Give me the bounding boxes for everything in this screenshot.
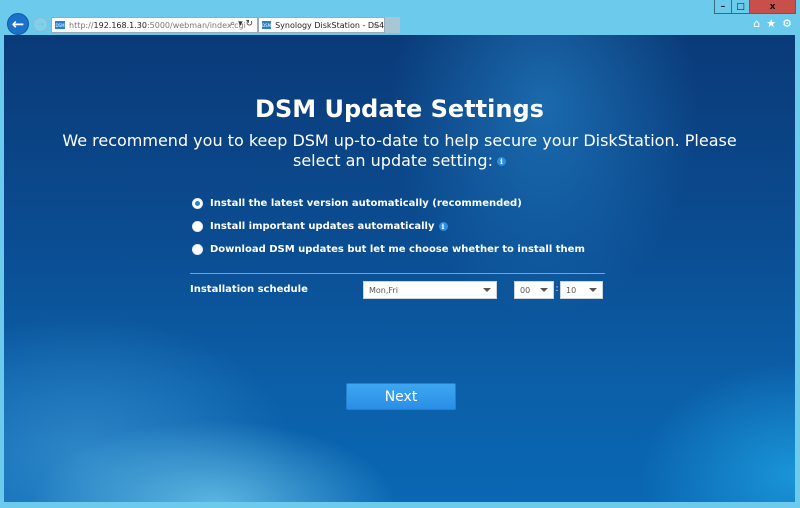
back-arrow-icon: ←	[11, 15, 25, 33]
option-label: Download DSM updates but let me choose w…	[210, 244, 585, 255]
chevron-down-icon	[483, 288, 491, 292]
forward-button[interactable]: →	[33, 17, 48, 32]
maximize-button[interactable]: □	[732, 0, 750, 14]
radio-install-important[interactable]	[192, 221, 203, 232]
schedule-days-select[interactable]: Mon,Fri	[363, 281, 497, 299]
settings-gear-icon[interactable]: ⚙	[782, 17, 792, 30]
schedule-minute-select[interactable]: 10	[560, 281, 603, 299]
schedule-hour-select[interactable]: 00	[514, 281, 554, 299]
tab-favicon-icon: DSM	[262, 21, 272, 29]
tab-synology-diskstation[interactable]: DSM Synology DiskStation - DS4... ×	[258, 17, 392, 33]
favorites-star-icon[interactable]: ★	[766, 17, 776, 30]
new-tab-button[interactable]	[385, 17, 400, 33]
window-controls: – □ x	[714, 0, 796, 14]
option-label: Install the latest version automatically…	[210, 198, 522, 209]
description-text: We recommend you to keep DSM up-to-date …	[62, 131, 737, 170]
installation-schedule-label: Installation schedule	[190, 284, 308, 295]
page-title: DSM Update Settings	[255, 95, 544, 123]
selected-hour: 00	[520, 285, 531, 295]
browser-toolbar-icons: ⌂ ★ ⚙	[753, 17, 792, 30]
chevron-down-icon	[589, 288, 597, 292]
page-viewport: DSM Update Settings We recommend you to …	[4, 35, 795, 502]
option-download-only[interactable]: Download DSM updates but let me choose w…	[192, 238, 585, 261]
chevron-down-icon	[540, 288, 548, 292]
update-options: Install the latest version automatically…	[192, 192, 585, 261]
minimize-button[interactable]: –	[714, 0, 732, 14]
divider	[190, 273, 605, 274]
page-description: We recommend you to keep DSM up-to-date …	[44, 131, 755, 171]
url-prefix: http://	[69, 20, 94, 30]
home-icon[interactable]: ⌂	[753, 17, 760, 30]
selected-days: Mon,Fri	[369, 285, 398, 295]
close-window-button[interactable]: x	[750, 0, 796, 14]
info-icon[interactable]: i	[438, 222, 448, 231]
info-icon[interactable]: i	[496, 157, 506, 166]
url-host: 192.168.1.30	[93, 20, 147, 30]
radio-install-latest[interactable]	[192, 198, 203, 209]
tab-close-icon[interactable]: ×	[372, 21, 379, 30]
search-refresh-icons[interactable]: ⌕ ▾ ↻	[230, 19, 253, 29]
next-button[interactable]: Next	[346, 383, 456, 410]
selected-minute: 10	[566, 285, 577, 295]
forward-arrow-icon: →	[36, 19, 45, 30]
option-install-latest[interactable]: Install the latest version automatically…	[192, 192, 585, 215]
radio-download-only[interactable]	[192, 244, 203, 255]
address-bar[interactable]: DSM http://192.168.1.30:5000/webman/inde…	[51, 17, 258, 33]
back-button[interactable]: ←	[7, 13, 29, 35]
option-label: Install important updates automatically	[210, 221, 435, 232]
option-install-important[interactable]: Install important updates automatically …	[192, 215, 585, 238]
site-favicon-icon: DSM	[55, 21, 65, 29]
